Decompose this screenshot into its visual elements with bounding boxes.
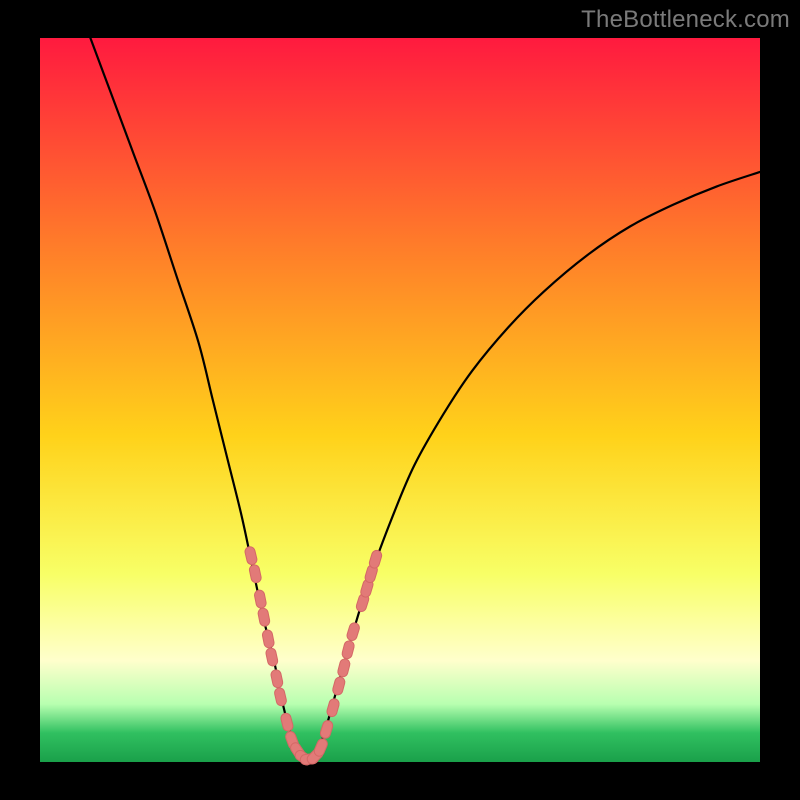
chart-frame: TheBottleneck.com <box>0 0 800 800</box>
watermark-text: TheBottleneck.com <box>581 6 790 34</box>
bottleneck-plot <box>0 0 800 800</box>
plot-area <box>40 38 760 762</box>
